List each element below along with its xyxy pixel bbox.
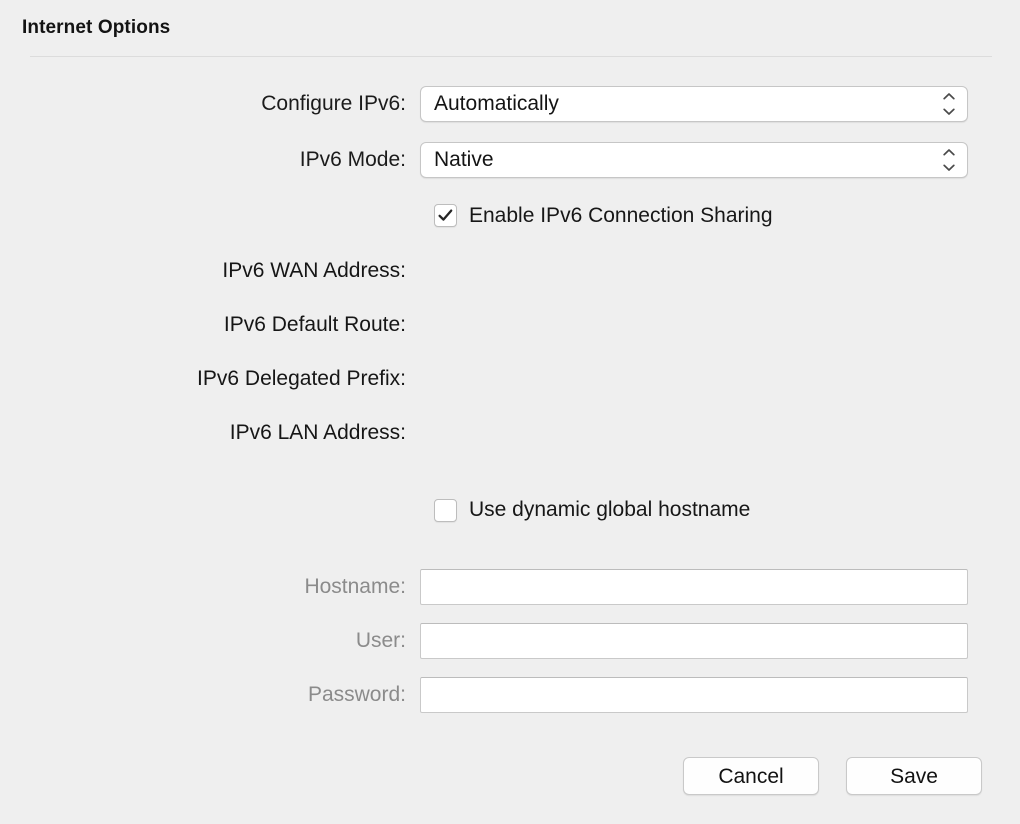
hostname-field <box>420 569 1020 605</box>
row-dynamic-hostname: Use dynamic global hostname <box>0 460 1020 560</box>
title-divider <box>30 56 992 57</box>
ipv6-mode-label: IPv6 Mode: <box>299 147 406 171</box>
cancel-button[interactable]: Cancel <box>683 757 819 795</box>
row-password: Password: <box>0 668 1020 722</box>
row-ipv6-mode: IPv6 Mode: Native <box>0 132 1020 187</box>
ipv6-mode-select[interactable]: Native <box>420 141 968 178</box>
row-enable-sharing: Enable IPv6 Connection Sharing <box>0 187 1020 244</box>
ipv6-default-route-label: IPv6 Default Route: <box>223 313 406 336</box>
ipv6-mode-value: Native <box>434 147 494 171</box>
page-title: Internet Options <box>22 17 171 38</box>
enable-ipv6-sharing-label: Enable IPv6 Connection Sharing <box>469 203 773 227</box>
configure-ipv6-label: Configure IPv6: <box>261 92 406 115</box>
ipv6-mode-field: Native <box>420 141 1020 178</box>
configure-ipv6-value: Automatically <box>434 92 559 115</box>
row-hostname: Hostname: <box>0 560 1020 614</box>
dialog-footer: Cancel Save <box>0 757 1020 795</box>
ipv6-delegated-prefix-label: IPv6 Delegated Prefix: <box>197 367 406 390</box>
chevron-up-down-icon[interactable] <box>942 148 956 171</box>
chevron-up-down-icon[interactable] <box>942 93 956 115</box>
settings-form: Configure IPv6: Automatically IPv6 Mode:… <box>0 76 1020 722</box>
configure-ipv6-field: Automatically <box>420 86 1020 122</box>
user-label: User: <box>355 629 406 652</box>
use-dynamic-global-hostname-checkbox[interactable] <box>434 498 457 522</box>
row-ipv6-delegated-prefix: IPv6 Delegated Prefix: <box>0 352 1020 406</box>
ipv6-wan-address-label: IPv6 WAN Address: <box>222 259 406 282</box>
user-field <box>420 623 1020 659</box>
enable-ipv6-sharing-checkbox[interactable] <box>434 204 457 227</box>
user-input[interactable] <box>420 623 968 659</box>
use-dynamic-global-hostname-label: Use dynamic global hostname <box>469 498 751 521</box>
save-button[interactable]: Save <box>846 757 982 795</box>
row-configure-ipv6: Configure IPv6: Automatically <box>0 76 1020 132</box>
hostname-input[interactable] <box>420 569 968 605</box>
password-field <box>420 677 1020 713</box>
ipv6-lan-address-label: IPv6 LAN Address: <box>229 421 406 444</box>
password-label: Password: <box>307 683 406 706</box>
configure-ipv6-select[interactable]: Automatically <box>420 86 968 122</box>
row-ipv6-wan-address: IPv6 WAN Address: <box>0 244 1020 298</box>
row-user: User: <box>0 614 1020 668</box>
internet-options-panel: Internet Options Configure IPv6: Automat… <box>0 0 1020 824</box>
hostname-label: Hostname: <box>304 575 406 598</box>
password-input[interactable] <box>420 677 968 713</box>
row-ipv6-lan-address: IPv6 LAN Address: <box>0 406 1020 460</box>
row-ipv6-default-route: IPv6 Default Route: <box>0 298 1020 352</box>
